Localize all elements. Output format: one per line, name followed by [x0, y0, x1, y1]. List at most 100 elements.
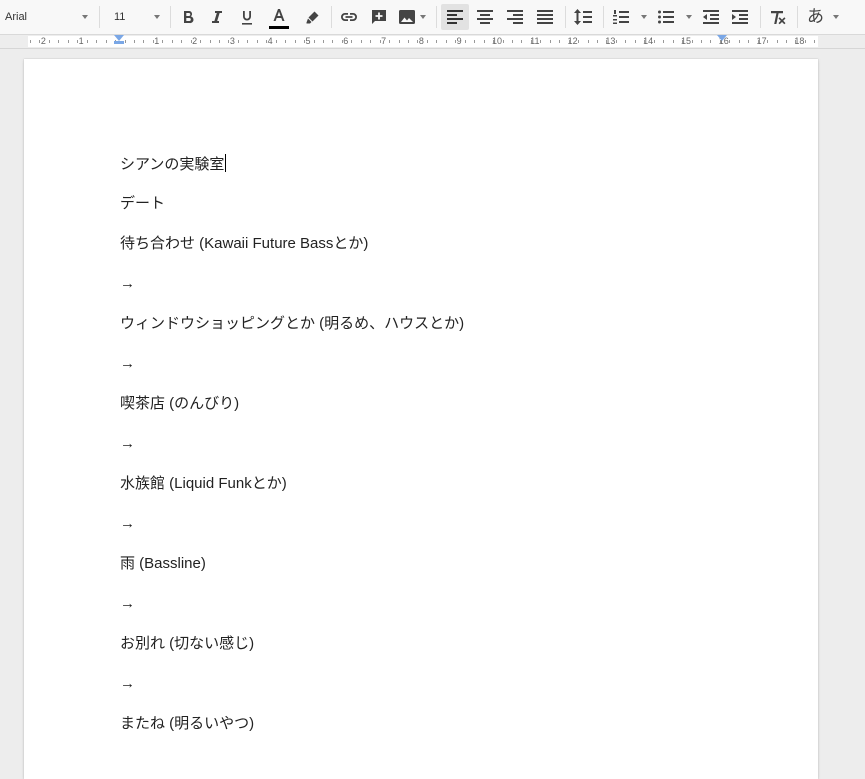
align-center-button[interactable] [472, 4, 498, 30]
decrease-indent-button[interactable] [699, 4, 723, 30]
ruler-tick [578, 40, 580, 43]
ruler-tick [152, 40, 154, 43]
insert-comment-button[interactable] [367, 4, 391, 30]
ruler-tick [247, 40, 249, 43]
increase-indent-button[interactable] [728, 4, 752, 30]
right-indent-marker-icon[interactable] [717, 35, 727, 41]
document-line[interactable]: デート [120, 194, 165, 214]
highlight-icon [306, 11, 318, 23]
ruler-tick [275, 40, 277, 43]
ruler-tick [559, 40, 561, 43]
ruler-tick [181, 40, 183, 43]
line-spacing-icon [574, 9, 592, 25]
ruler-tick [67, 40, 69, 43]
chevron-down-icon [154, 15, 160, 19]
font-family-select[interactable]: Arial [2, 4, 92, 30]
align-center-icon [477, 10, 493, 24]
ruler-tick [237, 40, 239, 43]
document-page[interactable]: シアンの実験室 デート 待ち合わせ (Kawaii Future Bassとか)… [24, 59, 818, 779]
toolbar-divider [436, 6, 437, 28]
ruler-tick [96, 40, 98, 43]
document-line[interactable]: またね (明るいやつ) [120, 714, 254, 734]
ruler-tick [58, 40, 60, 43]
ruler-tick [511, 40, 513, 43]
document-line[interactable]: ウィンドウショッピングとか (明るめ、ハウスとか) [120, 314, 464, 334]
numbered-list-button[interactable] [609, 4, 651, 30]
ruler-tick [795, 40, 797, 43]
ruler-tick [219, 40, 220, 43]
document-line[interactable]: 喫茶店 (のんびり) [120, 394, 239, 414]
ruler-tick [644, 40, 646, 43]
ruler-tick [389, 40, 391, 43]
ruler-tick [313, 40, 315, 43]
text-color-indicator [269, 26, 289, 29]
ruler-tick [464, 40, 466, 43]
bold-button[interactable] [177, 4, 199, 30]
clear-formatting-icon [771, 10, 786, 24]
font-family-value: Arial [5, 11, 28, 23]
ruler-number: 2 [192, 36, 198, 46]
document-line[interactable]: → [120, 594, 135, 614]
ruler-tick [143, 40, 145, 43]
ruler-tick [568, 40, 570, 43]
ruler-tick [455, 40, 457, 43]
ruler-tick [493, 40, 495, 43]
bulleted-list-icon [658, 10, 674, 24]
document-line[interactable]: 水族館 (Liquid Funkとか) [120, 474, 287, 494]
ruler-tick [729, 40, 731, 43]
align-left-button[interactable] [441, 4, 469, 30]
document-line[interactable]: お別れ (切ない感じ) [120, 634, 254, 654]
ruler-tick [379, 40, 381, 43]
link-icon [341, 13, 357, 21]
ruler-tick [294, 40, 296, 43]
ruler-tick [445, 40, 447, 43]
insert-image-button[interactable] [396, 4, 430, 30]
ruler-tick [682, 40, 684, 43]
chevron-down-icon [420, 15, 426, 19]
document-line[interactable]: シアンの実験室 [120, 154, 227, 175]
toolbar-divider [170, 6, 171, 28]
text-color-button[interactable] [266, 4, 292, 30]
document-line[interactable]: 待ち合わせ (Kawaii Future Bassとか) [120, 234, 368, 254]
bulleted-list-button[interactable] [654, 4, 696, 30]
ruler-tick [710, 40, 712, 43]
align-right-icon [507, 10, 523, 24]
document-line[interactable]: → [120, 274, 135, 294]
ruler-tick [228, 40, 230, 43]
ruler-tick [351, 40, 353, 43]
ruler-tick [304, 40, 306, 43]
document-line[interactable]: → [120, 674, 135, 694]
first-line-indent-marker-icon[interactable] [114, 41, 124, 44]
document-line[interactable]: 雨 (Bassline) [120, 554, 206, 574]
ruler-tick [285, 40, 287, 43]
underline-icon [242, 10, 252, 25]
ruler-tick [256, 40, 258, 43]
ruler-tick [408, 40, 409, 43]
font-size-select[interactable]: 11 [108, 4, 164, 30]
underline-button[interactable] [236, 4, 258, 30]
insert-comment-icon [372, 10, 386, 24]
ruler-tick [483, 40, 485, 43]
ruler-tick [804, 40, 806, 43]
input-tools-button[interactable]: あ [803, 4, 843, 30]
clear-formatting-button[interactable] [766, 4, 790, 30]
align-justify-button[interactable] [532, 4, 558, 30]
ruler-tick [332, 40, 334, 43]
align-left-icon [447, 10, 463, 24]
ruler-tick [209, 40, 211, 43]
ruler-number: 9 [456, 36, 462, 46]
toolbar-divider [99, 6, 100, 28]
ruler-tick [615, 40, 617, 43]
highlight-color-button[interactable] [300, 4, 324, 30]
document-line[interactable]: → [120, 354, 135, 374]
document-line[interactable]: → [120, 514, 135, 534]
document-line[interactable]: → [120, 434, 135, 454]
italic-button[interactable] [206, 4, 228, 30]
ruler-tick [767, 40, 769, 43]
insert-link-button[interactable] [337, 4, 361, 30]
ruler-tick [625, 40, 627, 43]
toolbar-divider [565, 6, 566, 28]
line-spacing-button[interactable] [570, 4, 596, 30]
align-right-button[interactable] [502, 4, 528, 30]
ruler-tick [700, 40, 702, 43]
